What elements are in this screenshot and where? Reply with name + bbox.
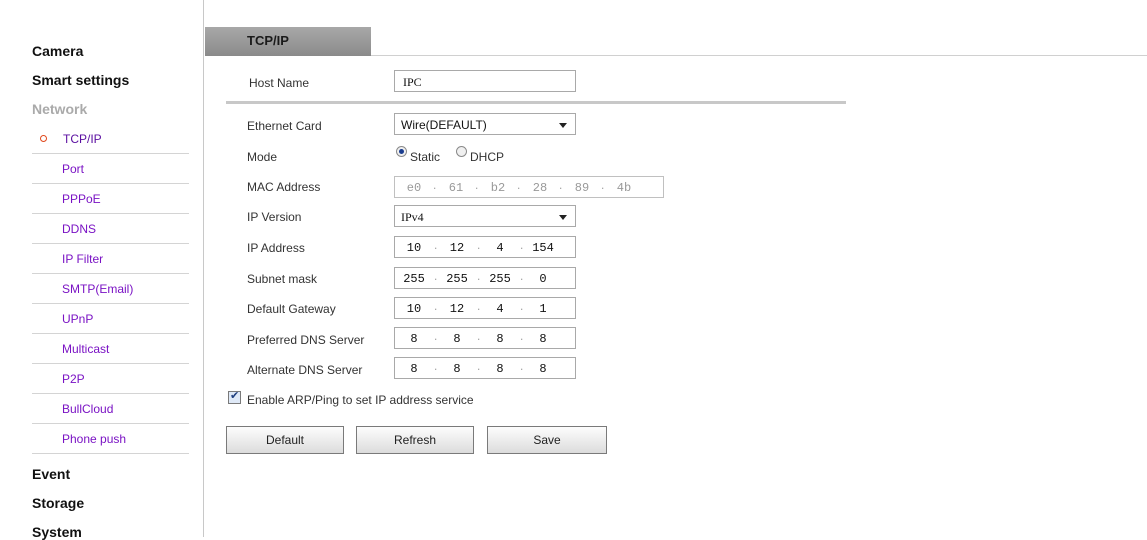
mac-octet: e0	[406, 181, 422, 195]
arp-ping-label: Enable ARP/Ping to set IP address servic…	[247, 393, 474, 407]
ip-version-value: IPv4	[401, 210, 424, 224]
dns-octet[interactable]: 8	[442, 332, 472, 346]
mode-dhcp-radio[interactable]	[456, 146, 467, 157]
ethernet-card-label: Ethernet Card	[247, 119, 322, 133]
ip-octet[interactable]: 4	[485, 241, 515, 255]
gateway-octet[interactable]: 12	[442, 302, 472, 316]
tab-label: TCP/IP	[247, 33, 289, 48]
mac-octet: b2	[490, 181, 506, 195]
ethernet-card-select[interactable]: Wire(DEFAULT)	[394, 113, 576, 135]
host-name-value: IPC	[403, 75, 422, 89]
mac-address-label: MAC Address	[247, 180, 321, 194]
sidebar: Camera Smart settings Network TCP/IP Por…	[0, 0, 204, 540]
preferred-dns-field[interactable]: 8 . 8 . 8 . 8	[394, 327, 576, 349]
menu-smart-settings[interactable]: Smart settings	[32, 72, 129, 88]
sidebar-item-phone-push[interactable]: Phone push	[32, 424, 189, 454]
mac-octet: 28	[532, 181, 548, 195]
ip-address-label: IP Address	[247, 241, 305, 255]
gateway-octet[interactable]: 1	[528, 302, 558, 316]
sidebar-item-label: PPPoE	[62, 192, 101, 206]
selected-indicator-icon	[40, 135, 47, 142]
subnet-mask-label: Subnet mask	[247, 272, 318, 286]
dns-octet[interactable]: 8	[528, 362, 558, 376]
dns-octet[interactable]: 8	[528, 332, 558, 346]
default-gateway-label: Default Gateway	[247, 302, 336, 316]
ethernet-card-value: Wire(DEFAULT)	[401, 118, 487, 132]
mac-octet: 4b	[616, 181, 632, 195]
sidebar-item-label: Port	[62, 162, 85, 176]
section-divider	[226, 101, 846, 104]
menu-event[interactable]: Event	[32, 466, 70, 482]
tab-tcpip[interactable]: TCP/IP	[205, 27, 371, 56]
sidebar-item-port[interactable]: Port	[32, 154, 189, 184]
dns-octet[interactable]: 8	[485, 332, 515, 346]
sidebar-item-label: SMTP(Email)	[62, 282, 134, 296]
ip-octet[interactable]: 154	[528, 241, 558, 255]
mode-label: Mode	[247, 150, 278, 164]
sidebar-item-label: UPnP	[62, 312, 94, 326]
refresh-button[interactable]: Refresh	[356, 426, 474, 454]
sidebar-item-ddns[interactable]: DDNS	[32, 214, 189, 244]
host-name-label: Host Name	[249, 76, 310, 90]
gateway-octet[interactable]: 10	[399, 302, 429, 316]
ip-address-field[interactable]: 10 . 12 . 4 . 154	[394, 236, 576, 258]
menu-storage[interactable]: Storage	[32, 495, 84, 511]
mac-octet: 61	[448, 181, 464, 195]
subnet-octet[interactable]: 255	[399, 272, 429, 286]
arp-ping-checkbox[interactable]: ✔	[228, 390, 241, 404]
menu-camera[interactable]: Camera	[32, 43, 83, 59]
mode-dhcp-label: DHCP	[470, 150, 505, 164]
sidebar-item-multicast[interactable]: Multicast	[32, 334, 189, 364]
default-gateway-field[interactable]: 10 . 12 . 4 . 1	[394, 297, 576, 319]
chevron-down-icon	[559, 123, 567, 128]
subnet-octet[interactable]: 255	[442, 272, 472, 286]
preferred-dns-label: Preferred DNS Server	[247, 333, 365, 347]
sidebar-item-tcpip[interactable]: TCP/IP	[32, 124, 189, 154]
sidebar-item-ip-filter[interactable]: IP Filter	[32, 244, 189, 274]
subnet-octet[interactable]: 255	[485, 272, 515, 286]
subnet-mask-field[interactable]: 255 . 255 . 255 . 0	[394, 267, 576, 289]
sidebar-item-label: P2P	[62, 372, 85, 386]
sidebar-item-label: BullCloud	[62, 402, 114, 416]
sidebar-item-label: TCP/IP	[63, 132, 102, 146]
dns-octet[interactable]: 8	[399, 362, 429, 376]
save-button[interactable]: Save	[487, 426, 607, 454]
checkmark-icon: ✔	[230, 390, 240, 402]
menu-system[interactable]: System	[32, 524, 82, 540]
gateway-octet[interactable]: 4	[485, 302, 515, 316]
sidebar-item-label: IP Filter	[62, 252, 104, 266]
default-button[interactable]: Default	[226, 426, 344, 454]
ip-octet[interactable]: 10	[399, 241, 429, 255]
sidebar-item-pppoe[interactable]: PPPoE	[32, 184, 189, 214]
mac-address-field: e0 . 61 . b2 . 28 . 89 . 4b	[394, 176, 664, 198]
ip-octet[interactable]: 12	[442, 241, 472, 255]
sidebar-item-label: Multicast	[62, 342, 110, 356]
sidebar-item-bullcloud[interactable]: BullCloud	[32, 394, 189, 424]
chevron-down-icon	[559, 215, 567, 220]
subnet-octet[interactable]: 0	[528, 272, 558, 286]
sidebar-item-label: Phone push	[62, 432, 127, 446]
sidebar-item-label: DDNS	[62, 222, 97, 236]
alternate-dns-label: Alternate DNS Server	[247, 363, 363, 377]
dns-octet[interactable]: 8	[442, 362, 472, 376]
ip-version-select[interactable]: IPv4	[394, 205, 576, 227]
sidebar-item-smtp[interactable]: SMTP(Email)	[32, 274, 189, 304]
menu-network[interactable]: Network	[32, 101, 87, 117]
dns-octet[interactable]: 8	[485, 362, 515, 376]
sidebar-item-p2p[interactable]: P2P	[32, 364, 189, 394]
dns-octet[interactable]: 8	[399, 332, 429, 346]
sidebar-item-upnp[interactable]: UPnP	[32, 304, 189, 334]
ip-version-label: IP Version	[247, 210, 302, 224]
tab-divider	[371, 55, 1147, 56]
mode-static-label: Static	[410, 150, 441, 164]
alternate-dns-field[interactable]: 8 . 8 . 8 . 8	[394, 357, 576, 379]
host-name-input[interactable]: IPC	[394, 70, 576, 92]
mac-octet: 89	[574, 181, 590, 195]
mode-static-radio[interactable]	[396, 146, 407, 157]
